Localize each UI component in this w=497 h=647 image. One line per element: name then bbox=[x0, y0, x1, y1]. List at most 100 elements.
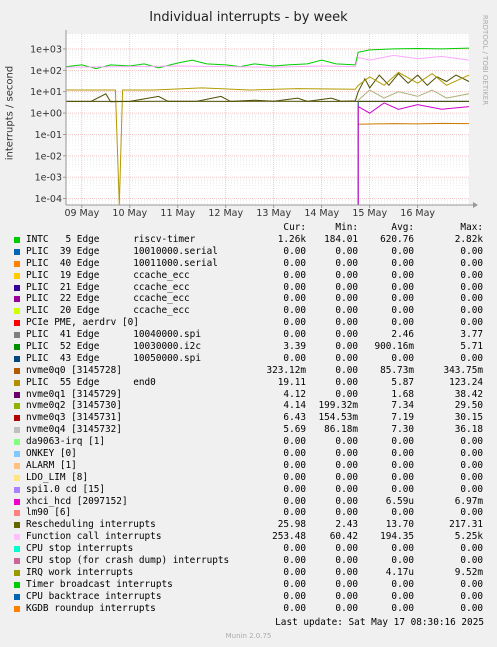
legend-cur: 253.48 bbox=[272, 531, 306, 543]
legend-cur: 0.00 bbox=[283, 590, 306, 602]
legend-name: CPU stop (for crash dump) interrupts bbox=[26, 555, 230, 567]
legend-avg: 0.00 bbox=[391, 578, 414, 590]
legend-swatch bbox=[14, 474, 20, 481]
legend-row: lm90 [6] 0.00 0.00 0.00 0.00 bbox=[12, 507, 492, 519]
legend-cur: 0.00 bbox=[283, 602, 306, 614]
legend-min: 0.00 bbox=[335, 364, 358, 376]
legend-row: PLIC 52 Edge 10030000.i2c 3.39 0.00 900.16m… bbox=[12, 341, 492, 353]
legend-max: 38.42 bbox=[454, 388, 483, 400]
legend-row: PLIC 21 Edge ccache_ecc 0.00 0.00 0.00 0.00 bbox=[12, 282, 492, 294]
legend-cur: 323.12m bbox=[266, 364, 306, 376]
legend-swatch bbox=[14, 415, 20, 422]
y-tick-label: 1e+02 bbox=[30, 66, 62, 77]
legend-row: CPU stop interrupts 0.00 0.00 0.00 0.00 bbox=[12, 543, 492, 555]
legend-avg: 6.59u bbox=[385, 495, 414, 507]
x-tick-label: 10 May bbox=[112, 208, 147, 219]
legend-min: 0.00 bbox=[335, 329, 358, 341]
legend-swatch bbox=[14, 534, 20, 541]
y-tick-label: 1e-02 bbox=[35, 151, 62, 162]
legend-cur: 0.00 bbox=[283, 352, 306, 364]
legend-row: ONKEY [0] 0.00 0.00 0.00 0.00 bbox=[12, 448, 492, 460]
legend-name: lm90 [6] bbox=[26, 507, 72, 519]
legend-avg: 4.17u bbox=[385, 566, 414, 578]
last-update: Last update: Sat May 17 08:30:16 2025 bbox=[275, 617, 484, 628]
legend-max: 0.00 bbox=[460, 590, 483, 602]
legend-row: nvme0q4 [3145732] 5.69 86.18m 7.30 36.18 bbox=[12, 424, 492, 436]
legend-max: 5.71 bbox=[460, 341, 483, 353]
y-tick-label: 1e+01 bbox=[30, 87, 62, 98]
legend-row: PLIC 19 Edge ccache_ecc 0.00 0.00 0.00 0.00 bbox=[12, 270, 492, 282]
legend-avg: 0.00 bbox=[391, 245, 414, 257]
legend-header: Cur: Min: Avg: Max: bbox=[12, 222, 492, 234]
legend-min: 0.00 bbox=[335, 245, 358, 257]
legend-name: nvme0q1 [3145729] bbox=[26, 388, 122, 400]
legend-header-min: Min: bbox=[335, 222, 358, 233]
legend-swatch bbox=[14, 427, 20, 434]
legend-name: PLIC 41 Edge 10040000.spi bbox=[26, 329, 201, 341]
y-tick-label: 1e-03 bbox=[35, 173, 62, 184]
legend-name: nvme0q2 [3145730] bbox=[26, 400, 122, 412]
legend-avg: 13.70 bbox=[385, 519, 414, 531]
legend-avg: 0.00 bbox=[391, 436, 414, 448]
legend-name: IRQ work interrupts bbox=[26, 566, 134, 578]
legend-min: 0.00 bbox=[335, 590, 358, 602]
legend-max: 0.00 bbox=[460, 305, 483, 317]
legend-min: 2.43 bbox=[335, 519, 358, 531]
legend-header-avg: Avg: bbox=[391, 222, 414, 233]
x-tick-label: 12 May bbox=[208, 208, 243, 219]
legend-swatch bbox=[14, 558, 20, 565]
legend-max: 0.00 bbox=[460, 507, 483, 519]
legend-name: PLIC 39 Edge 10010000.serial bbox=[26, 245, 218, 257]
legend-min: 0.00 bbox=[335, 317, 358, 329]
legend-avg: 0.00 bbox=[391, 317, 414, 329]
legend-row: CPU backtrace interrupts 0.00 0.00 0.00 0.00 bbox=[12, 591, 492, 603]
legend-cur: 0.00 bbox=[283, 329, 306, 341]
legend-header-cur: Cur: bbox=[283, 222, 306, 233]
legend-cur: 0.00 bbox=[283, 495, 306, 507]
legend-swatch bbox=[14, 593, 20, 600]
legend-max: 0.00 bbox=[460, 245, 483, 257]
legend-row: IRQ work interrupts 0.00 0.00 4.17u 9.52m bbox=[12, 567, 492, 579]
legend-swatch bbox=[14, 486, 20, 493]
legend-row: LDO_LIM [8] 0.00 0.00 0.00 0.00 bbox=[12, 472, 492, 484]
legend-cur: 0.00 bbox=[283, 507, 306, 519]
legend-swatch bbox=[14, 272, 20, 279]
legend-table: Cur: Min: Avg: Max: INTC 5 Edge riscv-ti… bbox=[12, 222, 492, 615]
legend-name: PLIC 21 Edge ccache_ecc bbox=[26, 281, 190, 293]
legend-row: nvme0q1 [3145729] 4.12 0.00 1.68 38.42 bbox=[12, 389, 492, 401]
legend-row: PCIe PME, aerdrv [0] 0.00 0.00 0.00 0.00 bbox=[12, 317, 492, 329]
legend-swatch bbox=[14, 581, 20, 588]
legend-swatch bbox=[14, 379, 20, 386]
legend-swatch bbox=[14, 284, 20, 291]
legend-name: CPU backtrace interrupts bbox=[26, 590, 162, 602]
legend-max: 217.31 bbox=[449, 519, 483, 531]
legend-cur: 0.00 bbox=[283, 269, 306, 281]
legend-name: nvme0q4 [3145732] bbox=[26, 424, 122, 436]
legend-avg: 0.00 bbox=[391, 459, 414, 471]
legend-cur: 5.69 bbox=[283, 424, 306, 436]
legend-name: PLIC 43 Edge 10050000.spi bbox=[26, 352, 201, 364]
legend-avg: 85.73m bbox=[380, 364, 414, 376]
legend-name: ONKEY [0] bbox=[26, 448, 77, 460]
legend-max: 3.77 bbox=[460, 329, 483, 341]
legend-avg: 0.00 bbox=[391, 483, 414, 495]
legend-max: 0.00 bbox=[460, 352, 483, 364]
legend-cur: 19.11 bbox=[277, 376, 306, 388]
legend-cur: 6.43 bbox=[283, 412, 306, 424]
legend-min: 86.18m bbox=[324, 424, 358, 436]
y-tick-label: 1e-01 bbox=[35, 130, 62, 141]
legend-swatch bbox=[14, 439, 20, 446]
legend-cur: 0.00 bbox=[283, 459, 306, 471]
legend-min: 60.42 bbox=[329, 531, 358, 543]
legend-min: 0.00 bbox=[335, 352, 358, 364]
legend-min: 0.00 bbox=[335, 495, 358, 507]
legend-max: 9.52m bbox=[454, 566, 483, 578]
legend-name: nvme0q3 [3145731] bbox=[26, 412, 122, 424]
legend-swatch bbox=[14, 605, 20, 612]
legend-min: 0.00 bbox=[335, 459, 358, 471]
legend-avg: 0.00 bbox=[391, 269, 414, 281]
legend-avg: 0.00 bbox=[391, 555, 414, 567]
legend-row: PLIC 41 Edge 10040000.spi 0.00 0.00 2.46 3.7… bbox=[12, 329, 492, 341]
legend-cur: 3.39 bbox=[283, 341, 306, 353]
legend-row: PLIC 20 Edge ccache_ecc 0.00 0.00 0.00 0.00 bbox=[12, 305, 492, 317]
